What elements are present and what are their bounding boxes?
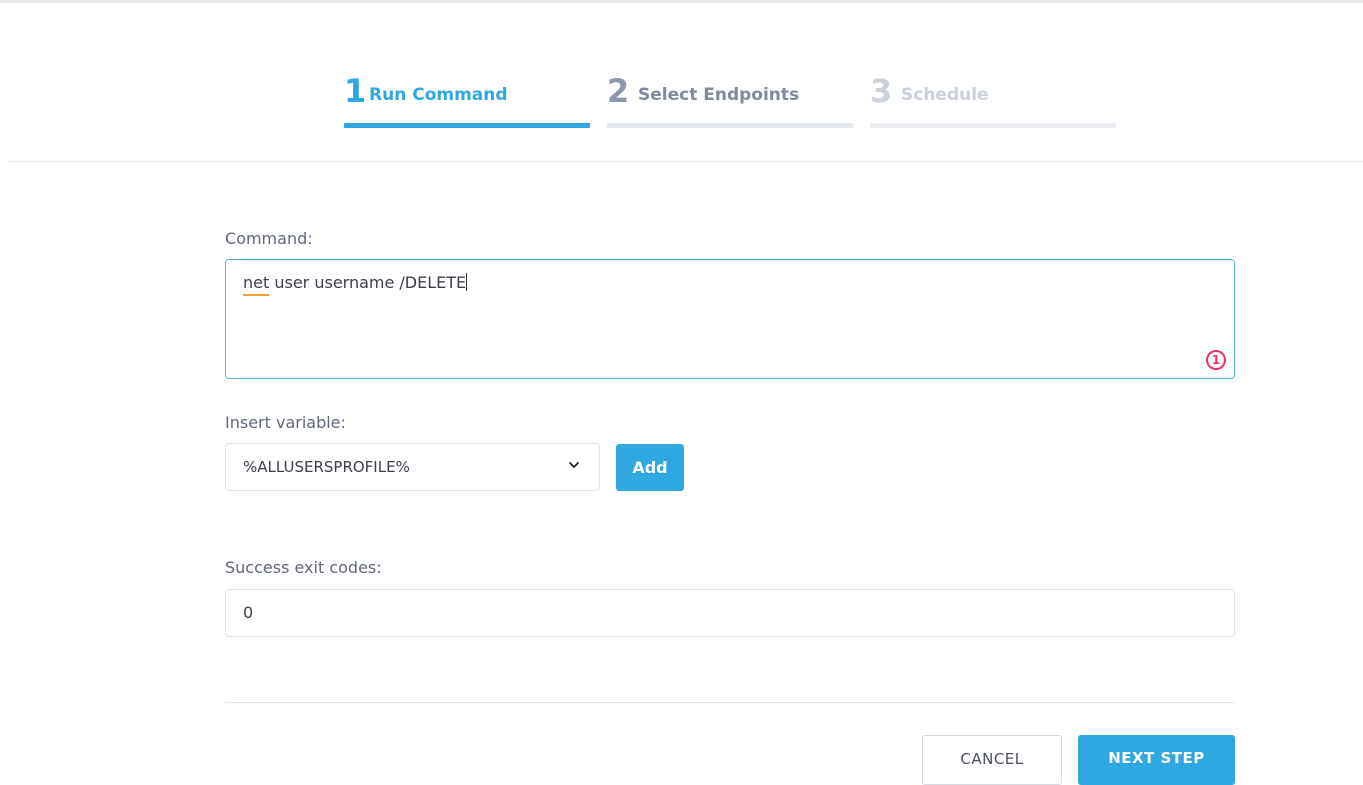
insert-variable-label: Insert variable: <box>225 413 346 432</box>
exit-codes-label: Success exit codes: <box>225 558 382 577</box>
wizard-stepper: 1 Run Command 2 Select Endpoints 3 Sched… <box>344 72 1116 128</box>
step-run-command[interactable]: 1 Run Command <box>344 72 590 128</box>
step-label: Schedule <box>901 85 989 105</box>
step-label: Run Command <box>369 85 508 105</box>
text-cursor <box>466 273 468 291</box>
step-select-endpoints[interactable]: 2 Select Endpoints <box>607 72 853 128</box>
step-progress-bar <box>870 123 1116 128</box>
exit-codes-value: 0 <box>243 603 254 622</box>
misspelled-word: net <box>243 273 270 292</box>
step-label: Select Endpoints <box>638 85 800 105</box>
command-label: Command: <box>225 229 313 248</box>
next-step-button[interactable]: NEXT STEP <box>1078 735 1235 785</box>
step-progress-bar <box>607 123 853 128</box>
error-count-icon[interactable]: 1 <box>1206 350 1226 370</box>
command-text-rest: user username /DELETE <box>269 273 467 292</box>
step-number: 2 <box>607 72 630 110</box>
command-textarea[interactable]: net user username /DELETE 1 <box>225 259 1235 379</box>
variable-select-value: %ALLUSERSPROFILE% <box>243 458 410 476</box>
step-progress-bar <box>344 123 590 128</box>
add-variable-button[interactable]: Add <box>616 444 684 491</box>
cancel-button[interactable]: CANCEL <box>922 735 1062 785</box>
variable-select[interactable]: %ALLUSERSPROFILE% <box>225 443 600 491</box>
footer-divider <box>225 702 1235 703</box>
chevron-down-icon <box>569 462 579 468</box>
header-divider <box>8 161 1363 162</box>
step-number: 3 <box>870 72 893 110</box>
step-number: 1 <box>344 72 367 110</box>
top-border <box>0 0 1363 3</box>
exit-codes-input[interactable]: 0 <box>225 589 1235 637</box>
command-text: net user username /DELETE <box>243 272 468 294</box>
step-schedule[interactable]: 3 Schedule <box>870 72 1116 128</box>
